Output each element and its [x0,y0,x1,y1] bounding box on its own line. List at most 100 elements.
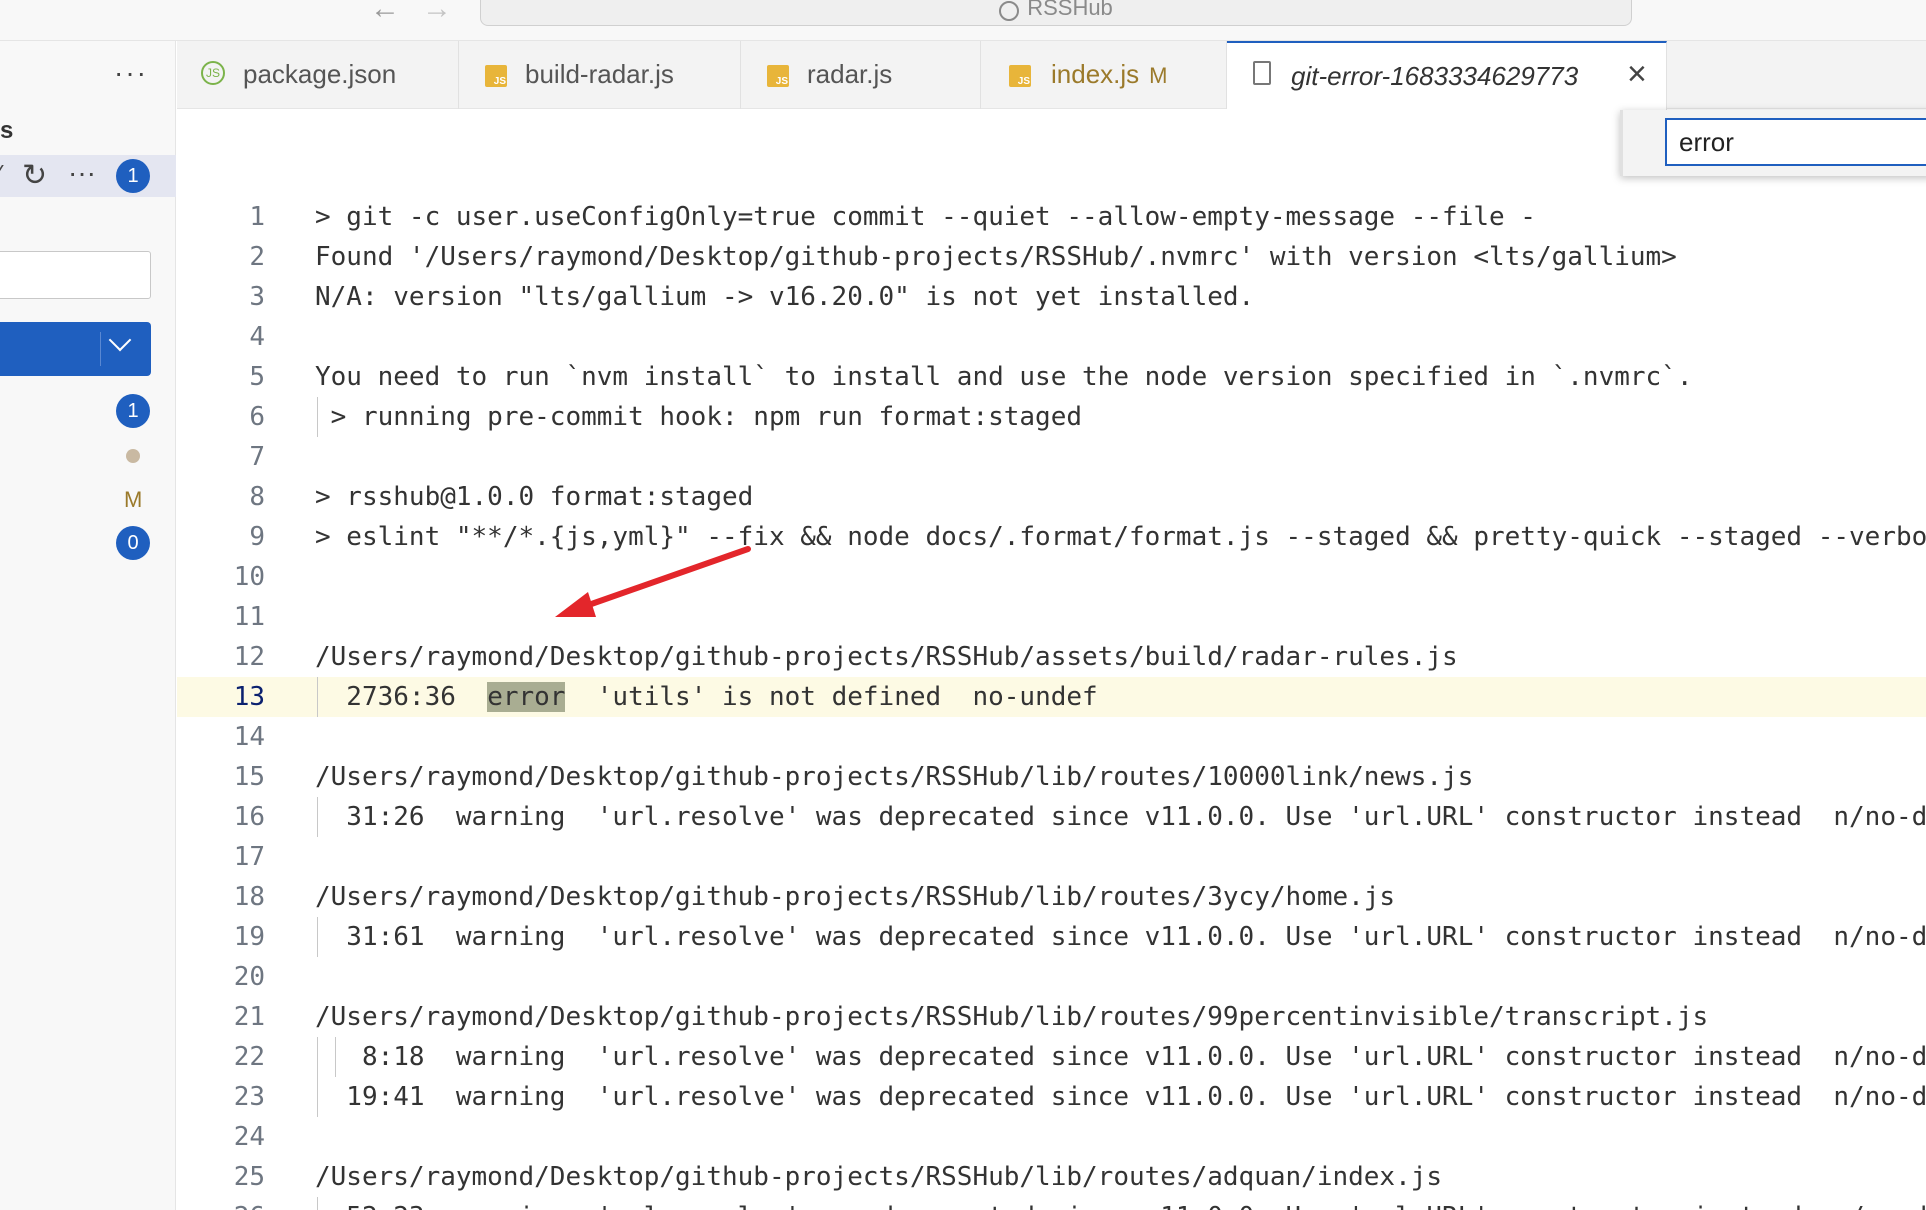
line-number: 4 [249,322,265,352]
editor-line[interactable]: 3 N/A: version "lts/gallium -> v16.20.0" … [177,277,1926,317]
find-input[interactable]: error [1665,118,1926,166]
commit-message-input[interactable] [0,251,151,299]
line-text: 31:26 warning 'url.resolve' was deprecat… [346,802,1926,832]
package-json-icon: JS [201,61,225,85]
editor-line[interactable]: 11 [177,597,1926,637]
more-actions-icon[interactable]: ··· [114,57,148,89]
editor-tab-bar: JS package.json JS build-radar.js JS rad… [177,41,1926,110]
editor-line[interactable]: 26 52:23 warning 'url.resolve' was depre… [177,1197,1926,1210]
line-number: 1 [249,202,265,232]
line-number: 7 [249,442,265,472]
file-icon [1253,61,1271,85]
chevron-down-icon[interactable] [108,328,132,352]
changes-zero-badge: 0 [116,526,150,560]
line-number: 23 [233,1082,265,1112]
repo-more-icon[interactable]: ··· [68,157,96,189]
line-text: > git -c user.useConfigOnly=true commit … [315,202,1536,232]
editor-line[interactable]: 12/Users/raymond/Desktop/github-projects… [177,637,1926,677]
editor-line[interactable]: 5 You need to run `nvm install` to instal… [177,357,1926,397]
editor-line[interactable]: 10 [177,557,1926,597]
tab-index-js[interactable]: JS index.js M [981,41,1227,109]
line-text: N/A: version "lts/gallium -> v16.20.0" i… [315,282,1255,312]
line-text: 2736:36 error 'utils' is not defined no-… [315,677,1098,717]
editor-line[interactable]: 9 > eslint "**/*.{js,yml}" --fix && node … [177,517,1926,557]
tab-label: package.json [243,59,397,89]
line-text: /Users/raymond/Desktop/github-projects/R… [315,882,1396,912]
editor-line[interactable]: 16 31:26 warning 'url.resolve' was depre… [177,797,1926,837]
editor-line[interactable]: 17 [177,837,1926,877]
tab-build-radar-js[interactable]: JS build-radar.js [459,41,741,109]
line-text-suffix: 'utils' is not defined no-undef [565,682,1098,712]
tab-label-text: index.js [1051,59,1140,89]
sidebar-title: s [0,117,14,144]
search-icon [999,1,1020,21]
source-control-sidebar: ··· s ⁄ ↻ ··· 1 1 M 0 [0,41,176,1210]
editor-line[interactable]: 6 > running pre-commit hook: npm run for… [177,397,1926,437]
line-number: 17 [233,842,265,872]
line-number: 22 [233,1042,265,1072]
close-icon[interactable]: × [1627,55,1647,94]
js-file-icon: JS [1009,65,1031,87]
line-text: You need to run `nvm install` to install… [315,362,1693,392]
editor-line[interactable]: 25/Users/raymond/Desktop/github-projects… [177,1157,1926,1197]
editor-line[interactable]: 20 [177,957,1926,997]
editor-line[interactable]: 21/Users/raymond/Desktop/github-projects… [177,997,1926,1037]
line-number: 3 [249,282,265,312]
line-text: > rsshub@1.0.0 format:staged [315,482,754,512]
line-number: 2 [249,242,265,272]
forward-arrow-icon[interactable]: → [422,0,452,24]
line-text-prefix: 2736:36 [315,682,488,712]
line-number: 26 [177,1197,265,1210]
back-arrow-icon[interactable]: ← [370,0,400,24]
line-number: 18 [233,882,265,912]
staged-count-badge: 1 [116,394,150,428]
refresh-icon[interactable]: ↻ [22,158,47,193]
line-number: 24 [233,1122,265,1152]
line-text: Found '/Users/raymond/Desktop/github-pro… [315,242,1677,272]
editor-content[interactable]: 1 > git -c user.useConfigOnly=true commit… [177,110,1926,1210]
line-number: 10 [233,562,265,592]
commit-button[interactable] [0,322,151,376]
line-number: 9 [249,522,265,552]
tab-radar-js[interactable]: JS radar.js [741,41,981,109]
line-text: /Users/raymond/Desktop/github-projects/R… [315,762,1474,792]
js-file-icon: JS [485,65,507,87]
title-bar: ← → RSSHub [0,0,1926,41]
line-number: 21 [233,1002,265,1032]
tab-package-json[interactable]: JS package.json [177,41,459,109]
tab-label: build-radar.js [525,59,674,89]
editor-line[interactable]: 13 2736:36 error 'utils' is not defined … [177,677,1926,717]
button-divider [100,332,101,366]
tab-label: git-error-1683334629773 [1291,61,1579,91]
editor-line[interactable]: 22 8:18 warning 'url.resolve' was deprec… [177,1037,1926,1077]
repository-header[interactable]: ⁄ ↻ ··· 1 [0,155,176,197]
changes-count-badge: 1 [116,159,150,193]
line-number: 20 [233,962,265,992]
modified-indicator: M [1149,63,1168,88]
editor-line[interactable]: 7 [177,437,1926,477]
line-number: 8 [249,482,265,512]
editor-line[interactable]: 15/Users/raymond/Desktop/github-projects… [177,757,1926,797]
line-number: 15 [233,762,265,792]
find-widget: error [1620,110,1926,176]
line-text: 19:41 warning 'url.resolve' was deprecat… [346,1082,1926,1112]
editor-line[interactable]: 2 Found '/Users/raymond/Desktop/github-pr… [177,237,1926,277]
line-number: 11 [233,602,265,632]
line-text: 52:23 warning 'url.resolve' was deprecat… [315,1197,1926,1210]
editor-line[interactable]: 19 31:61 warning 'url.resolve' was depre… [177,917,1926,957]
tab-label: radar.js [807,59,893,89]
editor-line[interactable]: 23 19:41 warning 'url.resolve' was depre… [177,1077,1926,1117]
editor-line[interactable]: 24 [177,1117,1926,1157]
modified-indicator: M [124,487,143,512]
line-text: > running pre-commit hook: npm run forma… [315,402,1083,432]
editor-line[interactable]: 4 [177,317,1926,357]
editor-line[interactable]: 8 > rsshub@1.0.0 format:staged [177,477,1926,517]
line-number: 19 [233,922,265,952]
editor-line[interactable]: 18/Users/raymond/Desktop/github-projects… [177,877,1926,917]
editor-line[interactable]: 1 > git -c user.useConfigOnly=true commit… [177,197,1926,237]
command-center-label: RSSHub [1027,0,1113,20]
tab-git-error-log[interactable]: git-error-1683334629773 × [1227,41,1667,110]
line-number: 14 [233,722,265,752]
editor-line[interactable]: 14 [177,717,1926,757]
command-center-search[interactable]: RSSHub [480,0,1632,26]
